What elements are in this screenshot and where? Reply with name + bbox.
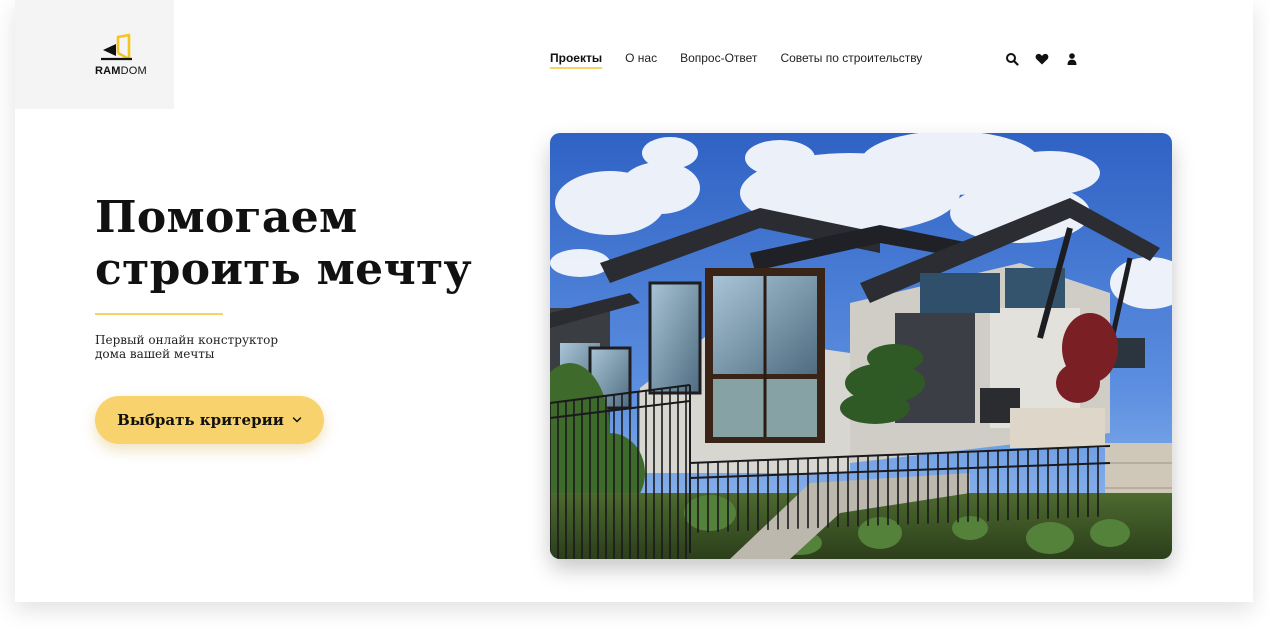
hero-house-image xyxy=(550,133,1172,559)
nav-item-about[interactable]: О нас xyxy=(625,51,657,65)
logo[interactable]: RAMDOM xyxy=(15,0,174,109)
hero-title-underline xyxy=(95,313,223,315)
header-icons xyxy=(1005,52,1079,66)
nav-item-faq[interactable]: Вопрос-Ответ xyxy=(680,51,757,65)
user-icon[interactable] xyxy=(1065,52,1079,66)
choose-criteria-button[interactable]: Выбрать критерии xyxy=(95,396,324,444)
hero-title-line1: Помогаем xyxy=(95,192,358,243)
logo-text-bold: RAM xyxy=(95,65,121,77)
chevron-down-icon xyxy=(292,417,302,423)
hero-title: Помогаем строить мечту xyxy=(95,192,472,296)
hero-subtitle-line1: Первый онлайн конструктор xyxy=(95,333,279,347)
main-nav: Проекты О нас Вопрос-Ответ Советы по стр… xyxy=(550,51,922,69)
logo-mark-icon xyxy=(101,33,132,61)
hero-title-line2: строить мечту xyxy=(95,244,472,295)
search-icon[interactable] xyxy=(1005,52,1019,66)
choose-criteria-label: Выбрать критерии xyxy=(117,411,284,429)
logo-text: RAMDOM xyxy=(95,65,147,77)
hero-subtitle: Первый онлайн конструктор дома вашей меч… xyxy=(95,333,325,361)
nav-item-building-tips[interactable]: Советы по строительству xyxy=(780,51,922,65)
heart-icon[interactable] xyxy=(1035,52,1049,66)
hero-subtitle-line2: дома вашей мечты xyxy=(95,347,215,361)
page: RAMDOM Проекты О нас Вопрос-Ответ Советы… xyxy=(15,0,1253,602)
logo-text-light: DOM xyxy=(120,65,147,77)
nav-item-projects[interactable]: Проекты xyxy=(550,51,603,69)
